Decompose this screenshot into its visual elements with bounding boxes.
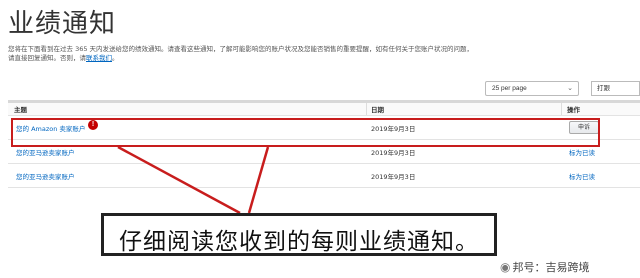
watermark: ◉ 邦号：吉易跨境 (500, 259, 589, 275)
annotation-arrow-right (247, 146, 270, 214)
annotation-caption-box: 仔细阅读您收到的每则业绩通知。 (101, 213, 497, 256)
watermark-text: 邦号：吉易跨境 (512, 261, 590, 274)
wechat-icon: ◉ (500, 260, 511, 274)
annotation-caption: 仔细阅读您收到的每则业绩通知。 (119, 229, 479, 255)
annotation-arrow-left (117, 145, 241, 215)
